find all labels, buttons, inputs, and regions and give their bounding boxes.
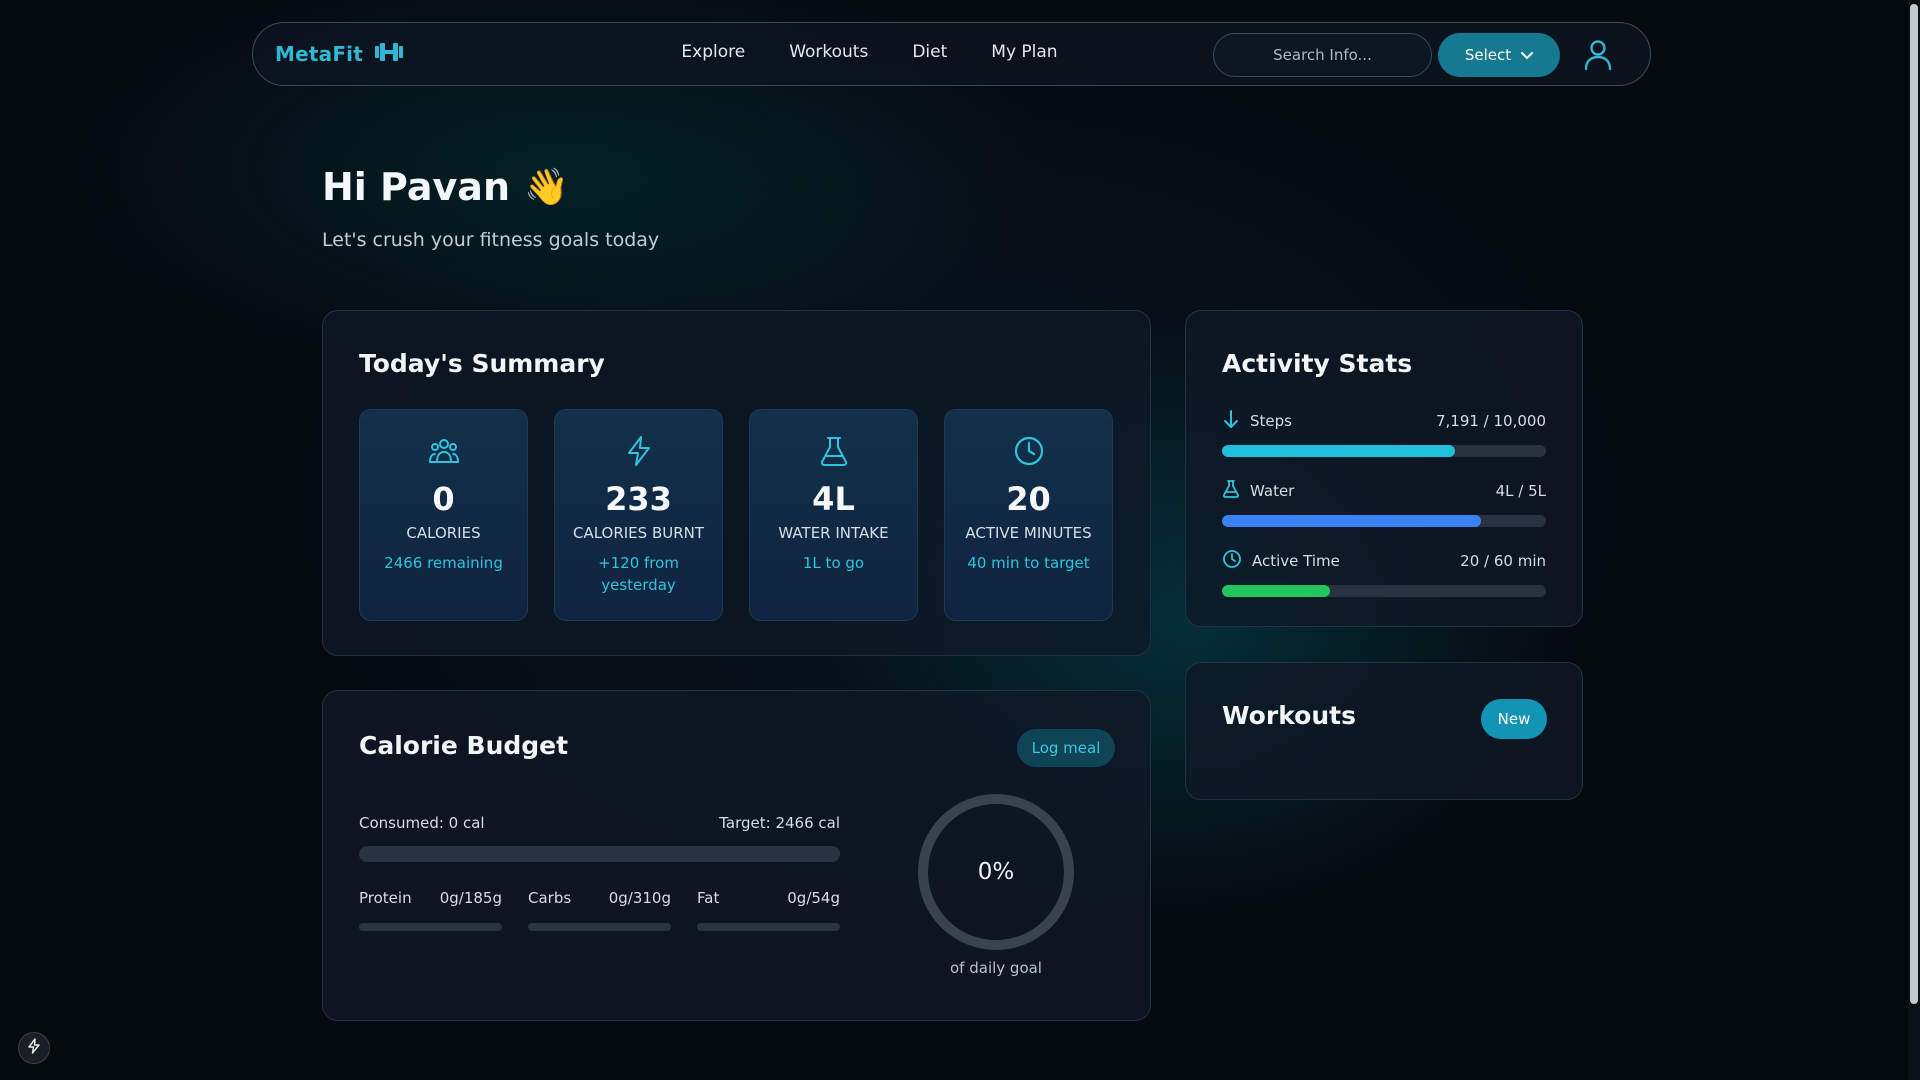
stat-value: 4L / 5L xyxy=(1495,482,1546,500)
arrow-down-icon xyxy=(1222,409,1240,433)
progress-fill xyxy=(1222,445,1455,457)
todays-summary-card: Today's Summary 0 CALORIES 2466 remainin… xyxy=(322,310,1151,656)
stat-water: Water 4L / 5L xyxy=(1222,479,1546,527)
daily-goal-ring: 0% xyxy=(915,791,1077,953)
stat-label: Water xyxy=(1250,482,1295,500)
water-intake-tile: 4L WATER INTAKE 1L to go xyxy=(749,409,918,621)
stat-label: Active Time xyxy=(1252,552,1340,570)
stat-value: 7,191 / 10,000 xyxy=(1435,412,1546,430)
macro-name: Carbs xyxy=(528,889,572,907)
greeting-text: Hi Pavan xyxy=(322,165,510,209)
select-label: Select xyxy=(1464,46,1512,64)
macro-fat: Fat 0g/54g xyxy=(697,889,840,931)
calories-burnt-tile: 233 CALORIES BURNT +120 from yesterday xyxy=(554,409,723,621)
user-icon xyxy=(1580,40,1616,77)
macro-name: Fat xyxy=(697,889,720,907)
nav-link-workouts[interactable]: Workouts xyxy=(789,42,868,62)
tile-value: 0 xyxy=(432,480,455,518)
macro-value: 0g/54g xyxy=(787,889,840,907)
ring-caption: of daily goal xyxy=(950,959,1042,977)
tile-label: CALORIES BURNT xyxy=(572,524,705,542)
macro-progress-bar xyxy=(697,923,840,931)
macro-progress-bar xyxy=(359,923,502,931)
summary-tiles: 0 CALORIES 2466 remaining 233 CALORIES B… xyxy=(359,409,1113,621)
user-profile-button[interactable] xyxy=(1580,37,1616,73)
calorie-budget-card: Calorie Budget Log meal Consumed: 0 cal … xyxy=(322,690,1151,1021)
lightning-icon xyxy=(26,1038,42,1058)
lightning-icon xyxy=(622,434,656,468)
calorie-progress-bar xyxy=(359,846,840,862)
tile-subtext: 40 min to target xyxy=(967,554,1090,572)
waving-hand-icon: 👋 xyxy=(524,167,569,208)
activity-stats-card: Activity Stats Steps 7,191 / 10,000 Wate… xyxy=(1185,310,1583,627)
active-time-progress-bar xyxy=(1222,585,1546,597)
flask-icon xyxy=(817,434,851,468)
summary-title: Today's Summary xyxy=(359,349,605,378)
chevron-down-icon xyxy=(1521,46,1534,64)
floating-action-button[interactable] xyxy=(18,1032,50,1064)
active-minutes-tile: 20 ACTIVE MINUTES 40 min to target xyxy=(944,409,1113,621)
target-text: Target: 2466 cal xyxy=(719,814,840,832)
macro-name: Protein xyxy=(359,889,412,907)
ring-percent: 0% xyxy=(977,859,1015,885)
activity-title: Activity Stats xyxy=(1222,349,1413,378)
greeting-subtitle: Let's crush your fitness goals today xyxy=(322,229,660,251)
scrollbar-thumb[interactable] xyxy=(1910,4,1918,1004)
page-scrollbar[interactable] xyxy=(1908,0,1920,1080)
progress-fill xyxy=(1222,515,1482,527)
flask-icon xyxy=(1222,479,1240,503)
tile-subtext: 2466 remaining xyxy=(384,554,503,572)
tile-subtext: +120 from yesterday xyxy=(598,554,679,594)
macro-value: 0g/310g xyxy=(608,889,671,907)
macro-progress-bar xyxy=(528,923,671,931)
search-input[interactable] xyxy=(1213,33,1432,77)
stat-value: 20 / 60 min xyxy=(1460,552,1546,570)
steps-progress-bar xyxy=(1222,445,1546,457)
macro-value: 0g/185g xyxy=(439,889,502,907)
water-progress-bar xyxy=(1222,515,1546,527)
log-meal-button[interactable]: Log meal xyxy=(1017,729,1115,767)
tile-value: 20 xyxy=(1006,480,1051,518)
macro-list: Protein 0g/185g Carbs 0g/310g Fat 0g/54g xyxy=(359,889,840,931)
nav-link-diet[interactable]: Diet xyxy=(912,42,947,62)
top-navbar: MetaFit Explore Workouts Diet My Plan Se… xyxy=(252,22,1651,86)
budget-title: Calorie Budget xyxy=(359,731,569,760)
consumed-text: Consumed: 0 cal xyxy=(359,814,485,832)
users-icon xyxy=(427,434,461,468)
tile-label: ACTIVE MINUTES xyxy=(965,524,1092,542)
nav-link-explore[interactable]: Explore xyxy=(681,42,745,62)
nav-link-my-plan[interactable]: My Plan xyxy=(991,42,1057,62)
greeting-title: Hi Pavan 👋 xyxy=(322,165,569,209)
tile-subtext: 1L to go xyxy=(802,554,865,572)
workouts-card: Workouts New xyxy=(1185,662,1583,800)
workouts-title: Workouts xyxy=(1222,701,1356,730)
stat-active-time: Active Time 20 / 60 min xyxy=(1222,549,1546,597)
macro-protein: Protein 0g/185g xyxy=(359,889,502,931)
clock-icon xyxy=(1012,434,1046,468)
select-dropdown-button[interactable]: Select xyxy=(1438,33,1560,77)
progress-fill xyxy=(1222,585,1330,597)
tile-label: WATER INTAKE xyxy=(778,524,889,542)
stat-steps: Steps 7,191 / 10,000 xyxy=(1222,409,1546,457)
stat-label: Steps xyxy=(1250,412,1292,430)
new-workout-button[interactable]: New xyxy=(1481,699,1547,739)
calories-tile: 0 CALORIES 2466 remaining xyxy=(359,409,528,621)
tile-label: CALORIES xyxy=(406,524,481,542)
tile-value: 233 xyxy=(605,480,672,518)
clock-icon xyxy=(1222,549,1242,573)
tile-value: 4L xyxy=(812,480,855,518)
macro-carbs: Carbs 0g/310g xyxy=(528,889,671,931)
budget-consumed-row: Consumed: 0 cal Target: 2466 cal xyxy=(359,814,840,832)
